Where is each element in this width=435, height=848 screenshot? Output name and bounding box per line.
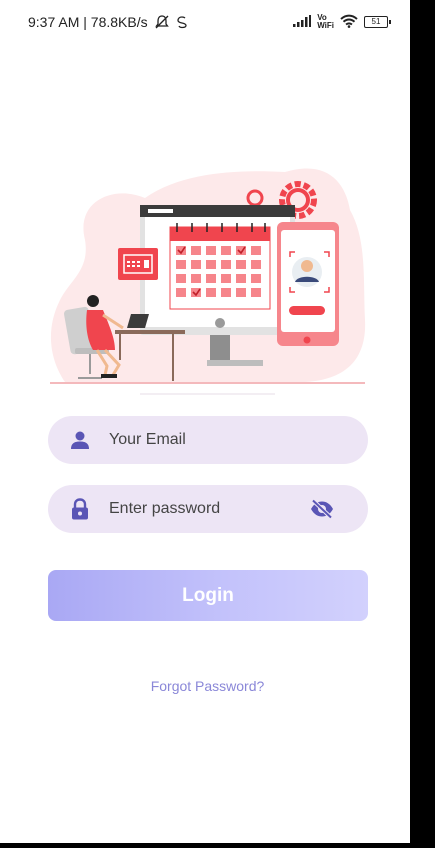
signal-icon <box>293 14 312 30</box>
status-bar: 9:37 AM | 78.8KB/s Vo WiFi 51 <box>0 0 410 44</box>
login-button[interactable]: Login <box>48 570 368 621</box>
mute-notification-icon <box>154 14 170 30</box>
app-screen: 9:37 AM | 78.8KB/s Vo WiFi 51 Your Email… <box>0 0 410 843</box>
volte-indicator: Vo WiFi <box>317 14 334 30</box>
status-right: Vo WiFi 51 <box>293 14 391 31</box>
wifi-icon <box>340 14 358 31</box>
lock-icon <box>68 497 92 521</box>
scheduling-illustration-icon <box>45 160 370 400</box>
battery-indicator: 51 <box>364 16 391 28</box>
password-field[interactable]: Enter password <box>48 485 368 533</box>
email-field[interactable]: Your Email <box>48 416 368 464</box>
forgot-password-link[interactable]: Forgot Password? <box>0 678 410 694</box>
person-icon <box>68 428 92 452</box>
password-placeholder: Enter password <box>109 500 221 517</box>
eye-off-icon[interactable] <box>308 497 336 521</box>
wifi-label: WiFi <box>317 21 334 30</box>
status-left: 9:37 AM | 78.8KB/s <box>28 14 188 30</box>
email-placeholder: Your Email <box>109 431 186 448</box>
sync-icon <box>176 15 188 29</box>
status-time-network: 9:37 AM | 78.8KB/s <box>28 14 148 30</box>
